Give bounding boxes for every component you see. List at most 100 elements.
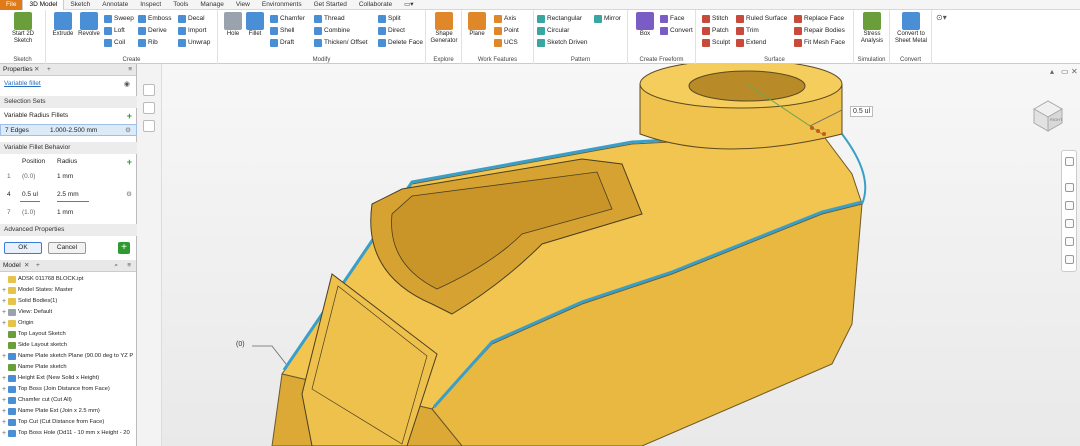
add-tab-icon[interactable]: + bbox=[47, 64, 51, 76]
expand-icon[interactable]: + bbox=[2, 285, 7, 296]
chamfer-button[interactable]: Chamfer bbox=[270, 13, 305, 24]
tree-node[interactable]: + Name Plate sketch Plane (90.00 deg to Y… bbox=[2, 351, 133, 362]
expand-icon[interactable]: + bbox=[2, 296, 7, 307]
repair-bodies-button[interactable]: Repair Bodies bbox=[794, 25, 845, 36]
patch-button[interactable]: Patch bbox=[702, 25, 729, 36]
replace-face-button[interactable]: Replace Face bbox=[794, 13, 844, 24]
callout-position[interactable]: 0.5 ul bbox=[850, 106, 874, 117]
ok-button[interactable]: OK bbox=[4, 242, 42, 254]
import-button[interactable]: Import bbox=[178, 25, 206, 36]
decal-button[interactable]: Decal bbox=[178, 13, 205, 24]
mirror-button[interactable]: Mirror bbox=[594, 13, 621, 24]
unwrap-button[interactable]: Unwrap bbox=[178, 37, 210, 48]
tab-overflow-icon[interactable]: ▭▾ bbox=[398, 0, 419, 10]
restore-icon[interactable]: ▭ bbox=[1061, 67, 1069, 76]
revolve-button[interactable]: Revolve bbox=[74, 12, 104, 38]
expand-icon[interactable]: + bbox=[2, 351, 7, 362]
expand-icon[interactable]: + bbox=[2, 373, 7, 384]
orbit-icon[interactable] bbox=[1065, 219, 1074, 228]
tab-environments[interactable]: Environments bbox=[256, 0, 308, 10]
expand-icon[interactable]: + bbox=[2, 417, 7, 428]
navbar-options-icon[interactable] bbox=[1065, 255, 1074, 264]
close-icon[interactable]: ✕ bbox=[34, 64, 39, 76]
graphics-viewport[interactable]: 0.5 ul (0) bbox=[162, 59, 1080, 446]
radius-input[interactable]: 2.5 mm bbox=[57, 189, 89, 202]
search-icon[interactable]: ⌕ bbox=[114, 260, 118, 272]
callout-start-point[interactable]: (0) bbox=[234, 340, 247, 349]
direct-button[interactable]: Direct bbox=[378, 25, 405, 36]
freeform-convert-button[interactable]: Convert bbox=[660, 25, 693, 36]
position-input[interactable]: 0.5 ul bbox=[20, 189, 40, 202]
viewcube[interactable]: RIGHT bbox=[1028, 97, 1068, 135]
point-button[interactable]: Point bbox=[494, 25, 519, 36]
combine-button[interactable]: Combine bbox=[314, 25, 350, 36]
expand-icon[interactable]: + bbox=[2, 384, 7, 395]
tab-annotate[interactable]: Annotate bbox=[96, 0, 134, 10]
sculpt-button[interactable]: Sculpt bbox=[702, 37, 730, 48]
look-at-icon[interactable] bbox=[1065, 237, 1074, 246]
axis-button[interactable]: Axis bbox=[494, 13, 516, 24]
freeform-box-button[interactable]: Box bbox=[630, 12, 660, 38]
rotate-icon[interactable] bbox=[143, 84, 155, 96]
panel-menu-icon[interactable]: ≡ bbox=[127, 260, 131, 272]
convert-sheet-metal-button[interactable]: Convert to Sheet Metal bbox=[894, 12, 928, 44]
stress-analysis-button[interactable]: Stress Analysis bbox=[857, 12, 887, 44]
tree-node[interactable]: + Height Ext (New Solid x Height) bbox=[2, 373, 99, 384]
split-button[interactable]: Split bbox=[378, 13, 401, 24]
tab-manage[interactable]: Manage bbox=[194, 0, 230, 10]
tree-node[interactable]: + Chamfer cut (Cut All) bbox=[2, 395, 72, 406]
tree-node[interactable]: + Top Boss (Join Distance from Face) bbox=[2, 384, 110, 395]
derive-button[interactable]: Derive bbox=[138, 25, 167, 36]
sketch-driven-pattern-button[interactable]: Sketch Driven bbox=[537, 37, 587, 48]
tree-node[interactable]: + Model States: Master bbox=[2, 285, 73, 296]
advanced-properties-header[interactable]: Advanced Properties bbox=[0, 224, 137, 236]
visibility-icon[interactable]: ◉ bbox=[124, 80, 130, 88]
apply-button[interactable]: + bbox=[118, 242, 130, 254]
coil-button[interactable]: Coil bbox=[104, 37, 125, 48]
tab-get-started[interactable]: Get Started bbox=[308, 0, 353, 10]
thicken-offset-button[interactable]: Thicken/ Offset bbox=[314, 37, 368, 48]
add-set-icon[interactable]: + bbox=[127, 110, 132, 122]
expand-icon[interactable]: + bbox=[2, 307, 7, 318]
plane-button[interactable]: Plane bbox=[462, 12, 492, 38]
emboss-button[interactable]: Emboss bbox=[138, 13, 171, 24]
tab-sketch[interactable]: Sketch bbox=[64, 0, 96, 10]
tree-node[interactable]: Name Plate sketch bbox=[2, 362, 67, 373]
add-point-icon[interactable]: + bbox=[127, 156, 132, 168]
start-sketch-button[interactable]: Start 2D Sketch bbox=[8, 12, 38, 44]
close-icon[interactable]: ✕ bbox=[1071, 67, 1078, 76]
draft-button[interactable]: Draft bbox=[270, 37, 294, 48]
tree-node[interactable]: + Top Cut (Cut Distance from Face) bbox=[2, 417, 104, 428]
fit-mesh-face-button[interactable]: Fit Mesh Face bbox=[794, 37, 845, 48]
variable-fillet-behavior-header[interactable]: Variable Fillet Behavior bbox=[0, 142, 137, 154]
ruled-surface-button[interactable]: Ruled Surface bbox=[736, 13, 787, 24]
tree-node[interactable]: + Top Boss Hole (Dd11 - 10 mm x Height - … bbox=[2, 428, 130, 439]
pan-icon[interactable] bbox=[1065, 183, 1074, 192]
expand-icon[interactable]: + bbox=[2, 406, 7, 417]
selection-sets-header[interactable]: Selection Sets bbox=[0, 96, 137, 108]
tree-node[interactable]: + Solid Bodies(1) bbox=[2, 296, 57, 307]
thread-button[interactable]: Thread bbox=[314, 13, 345, 24]
filter-icon[interactable] bbox=[143, 120, 155, 132]
expand-icon[interactable]: + bbox=[2, 318, 7, 329]
select-icon[interactable] bbox=[143, 102, 155, 114]
fillet-button[interactable]: Fillet bbox=[240, 12, 270, 38]
delete-face-button[interactable]: Delete Face bbox=[378, 37, 423, 48]
close-icon[interactable]: ✕ bbox=[24, 260, 29, 272]
loft-button[interactable]: Loft bbox=[104, 25, 125, 36]
tree-node[interactable]: + View: Default bbox=[2, 307, 52, 318]
trim-button[interactable]: Trim bbox=[736, 25, 759, 36]
rectangular-pattern-button[interactable]: Rectangular bbox=[537, 13, 582, 24]
add-tab-icon[interactable]: + bbox=[36, 260, 40, 272]
ribbon-options-icon[interactable]: ⊙▾ bbox=[936, 13, 947, 22]
tab-collaborate[interactable]: Collaborate bbox=[353, 0, 398, 10]
steering-wheel-icon[interactable] bbox=[1065, 157, 1074, 166]
stitch-button[interactable]: Stitch bbox=[702, 13, 728, 24]
tab-inspect[interactable]: Inspect bbox=[134, 0, 167, 10]
cancel-button[interactable]: Cancel bbox=[48, 242, 86, 254]
expand-icon[interactable]: + bbox=[2, 395, 7, 406]
tab-3d-model[interactable]: 3D Model bbox=[22, 0, 65, 10]
panel-menu-icon[interactable]: ≡ bbox=[128, 64, 132, 76]
point-row[interactable]: 1 (0.0) 1 mm bbox=[0, 171, 137, 183]
circular-pattern-button[interactable]: Circular bbox=[537, 25, 569, 36]
